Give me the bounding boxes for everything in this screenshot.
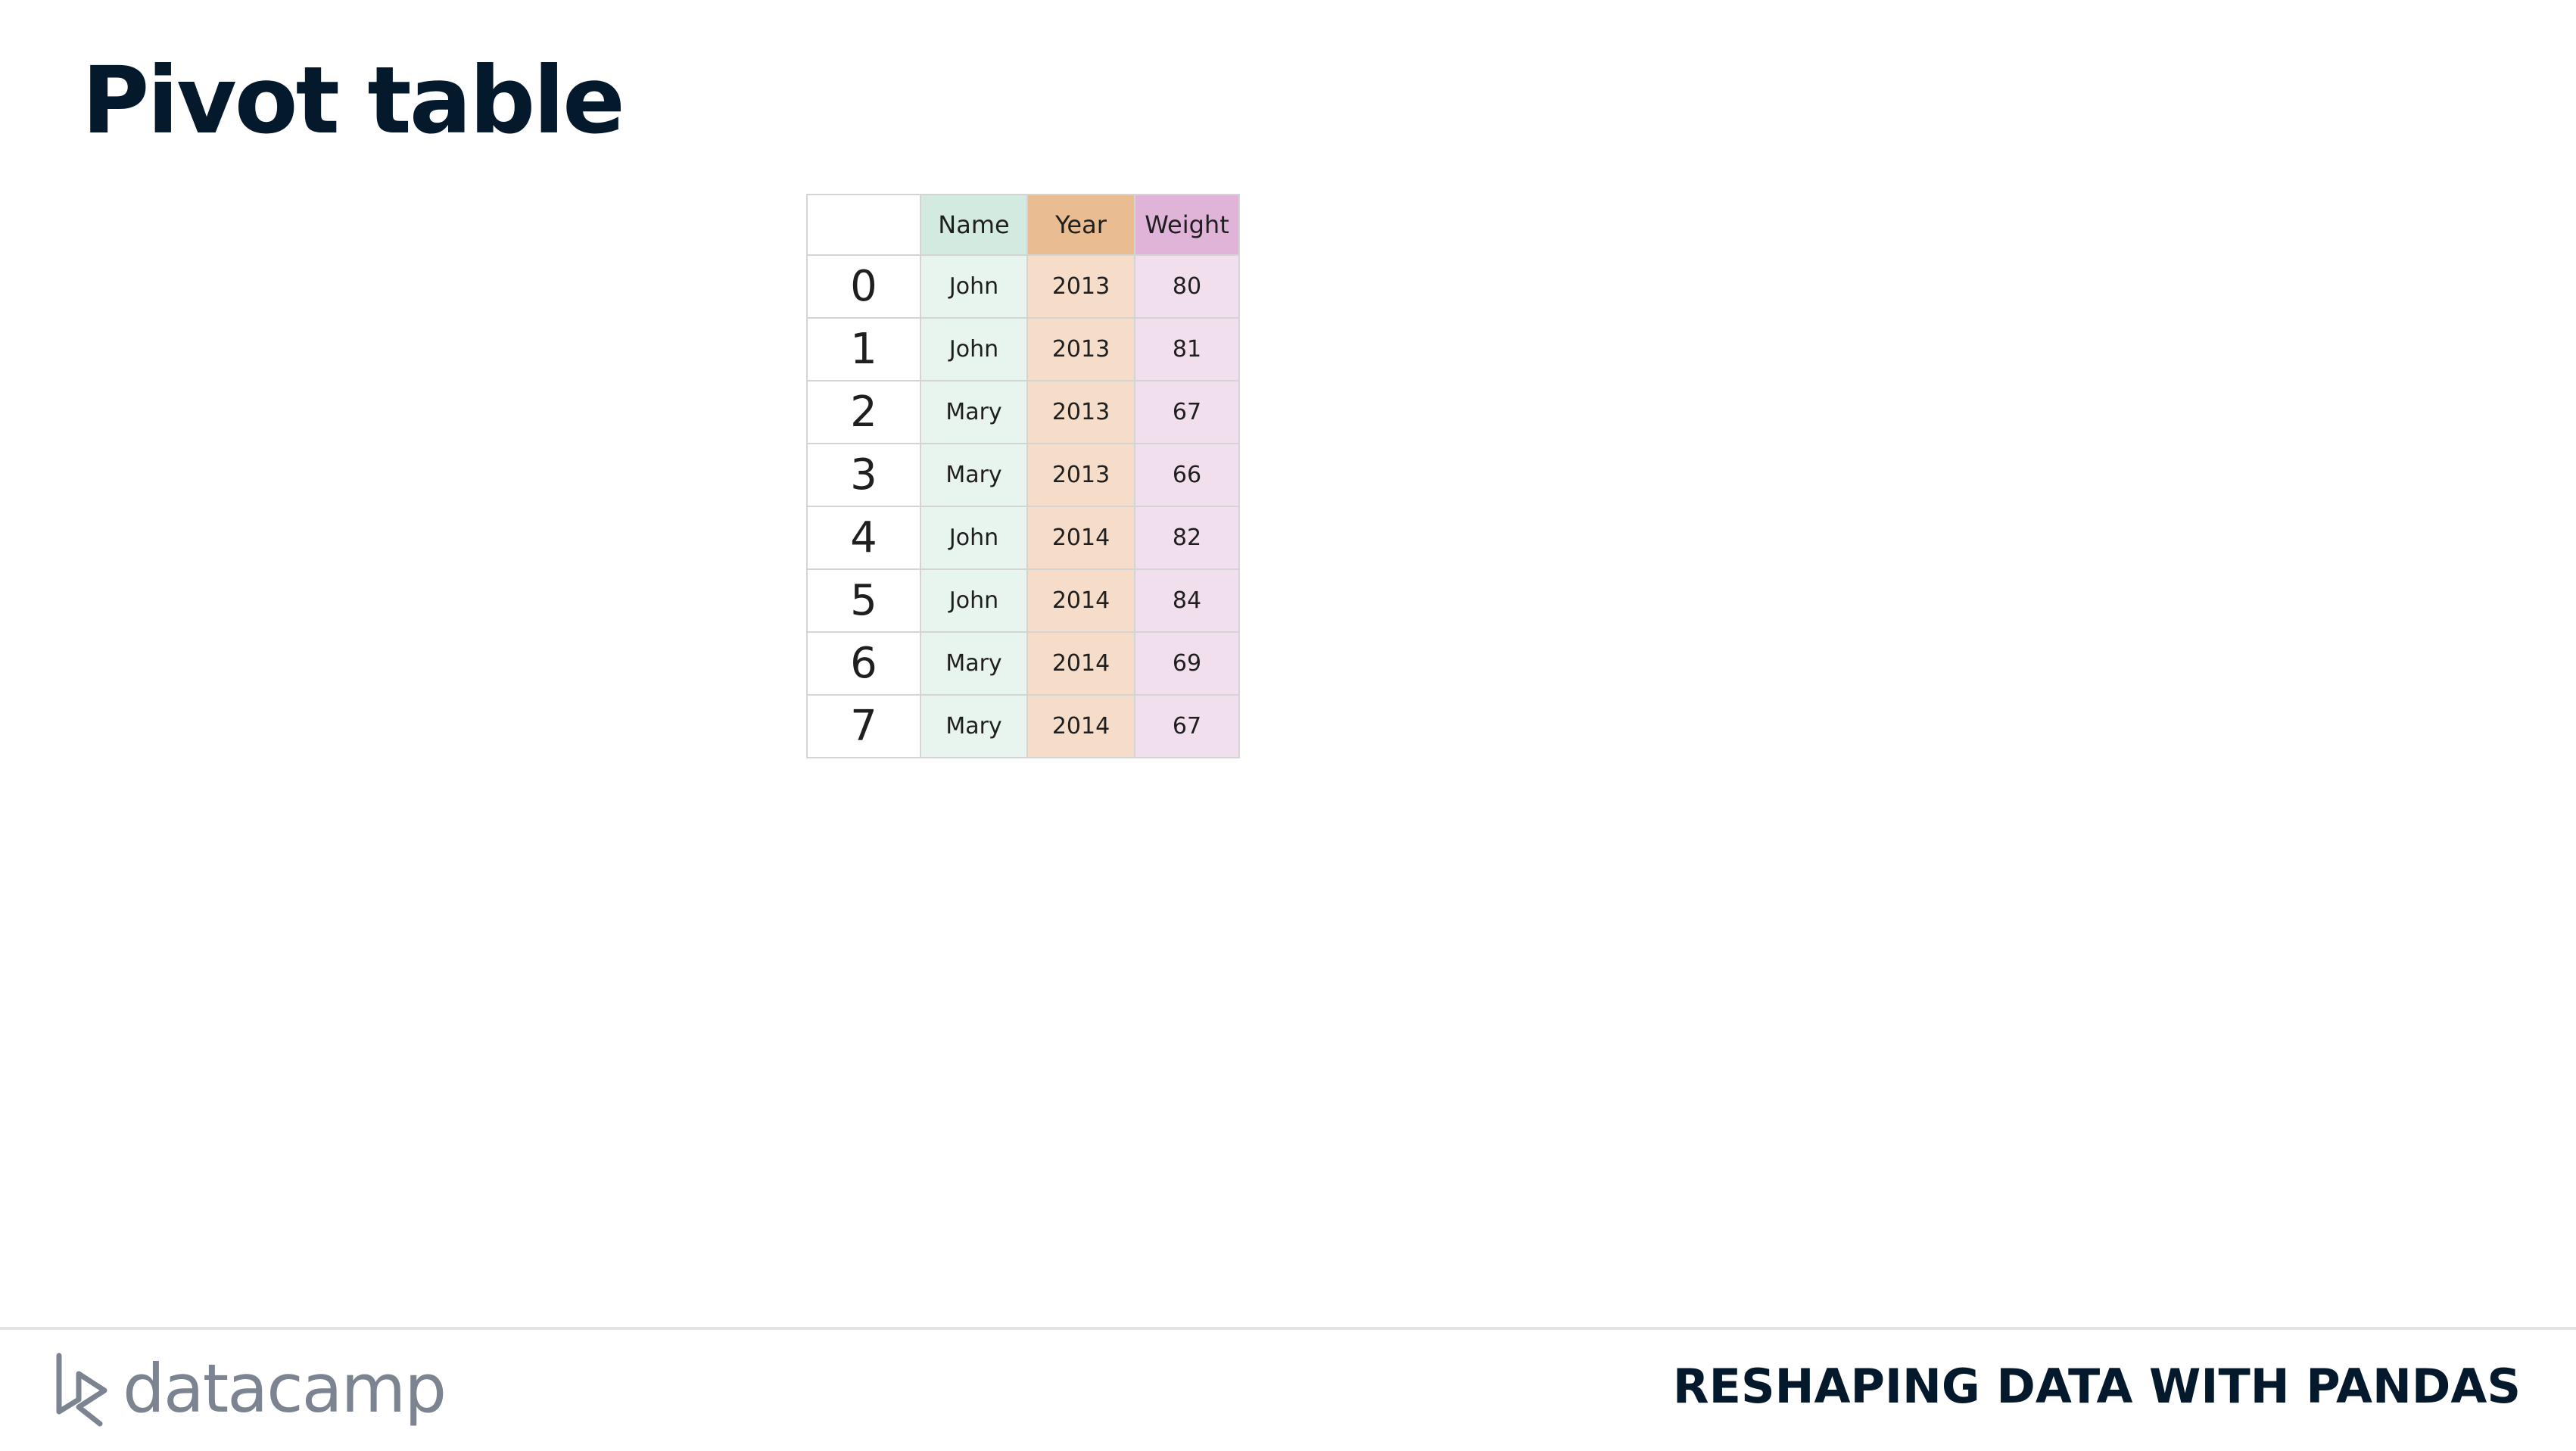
index-header-cell [806,194,921,256]
logo-text: datacamp [123,1350,447,1428]
row-index: 4 [806,506,921,570]
row-index: 7 [806,694,921,758]
row-index: 2 [806,380,921,444]
cell-weight: 66 [1134,443,1240,507]
cell-year: 2014 [1026,506,1135,570]
cell-year: 2014 [1026,568,1135,633]
row-index: 1 [806,317,921,381]
cell-weight: 84 [1134,568,1240,633]
table-row: 3 Mary 2013 66 [806,443,1240,507]
cell-year: 2014 [1026,694,1135,758]
slide-title: Pivot table [82,47,625,154]
cell-year: 2013 [1026,380,1135,444]
cell-name: John [920,506,1028,570]
table-row: 0 John 2013 80 [806,254,1240,319]
cell-weight: 67 [1134,694,1240,758]
column-header-year: Year [1026,194,1135,256]
data-table: Name Year Weight 0 John 2013 80 1 John 2… [806,194,1240,758]
course-title: RESHAPING DATA WITH PANDAS [1672,1359,2521,1414]
cell-name: John [920,254,1028,319]
footer-divider [0,1327,2576,1330]
cell-weight: 82 [1134,506,1240,570]
table-row: 2 Mary 2013 67 [806,380,1240,444]
table-row: 4 John 2014 82 [806,506,1240,570]
cell-name: John [920,568,1028,633]
cell-name: Mary [920,443,1028,507]
row-index: 3 [806,443,921,507]
cell-name: Mary [920,380,1028,444]
datacamp-logo: datacamp [53,1347,447,1431]
cell-weight: 69 [1134,631,1240,696]
row-index: 5 [806,568,921,633]
cell-year: 2013 [1026,443,1135,507]
table-row: 6 Mary 2014 69 [806,631,1240,696]
cell-weight: 80 [1134,254,1240,319]
column-header-weight: Weight [1134,194,1240,256]
cell-weight: 67 [1134,380,1240,444]
cell-weight: 81 [1134,317,1240,381]
cell-year: 2013 [1026,317,1135,381]
cell-name: John [920,317,1028,381]
table-header-row: Name Year Weight [806,194,1240,256]
row-index: 0 [806,254,921,319]
row-index: 6 [806,631,921,696]
cell-name: Mary [920,631,1028,696]
datacamp-logo-icon [56,1353,107,1427]
cell-year: 2014 [1026,631,1135,696]
cell-name: Mary [920,694,1028,758]
column-header-name: Name [920,194,1028,256]
table-row: 1 John 2013 81 [806,317,1240,381]
table-row: 5 John 2014 84 [806,568,1240,633]
cell-year: 2013 [1026,254,1135,319]
table-row: 7 Mary 2014 67 [806,694,1240,758]
